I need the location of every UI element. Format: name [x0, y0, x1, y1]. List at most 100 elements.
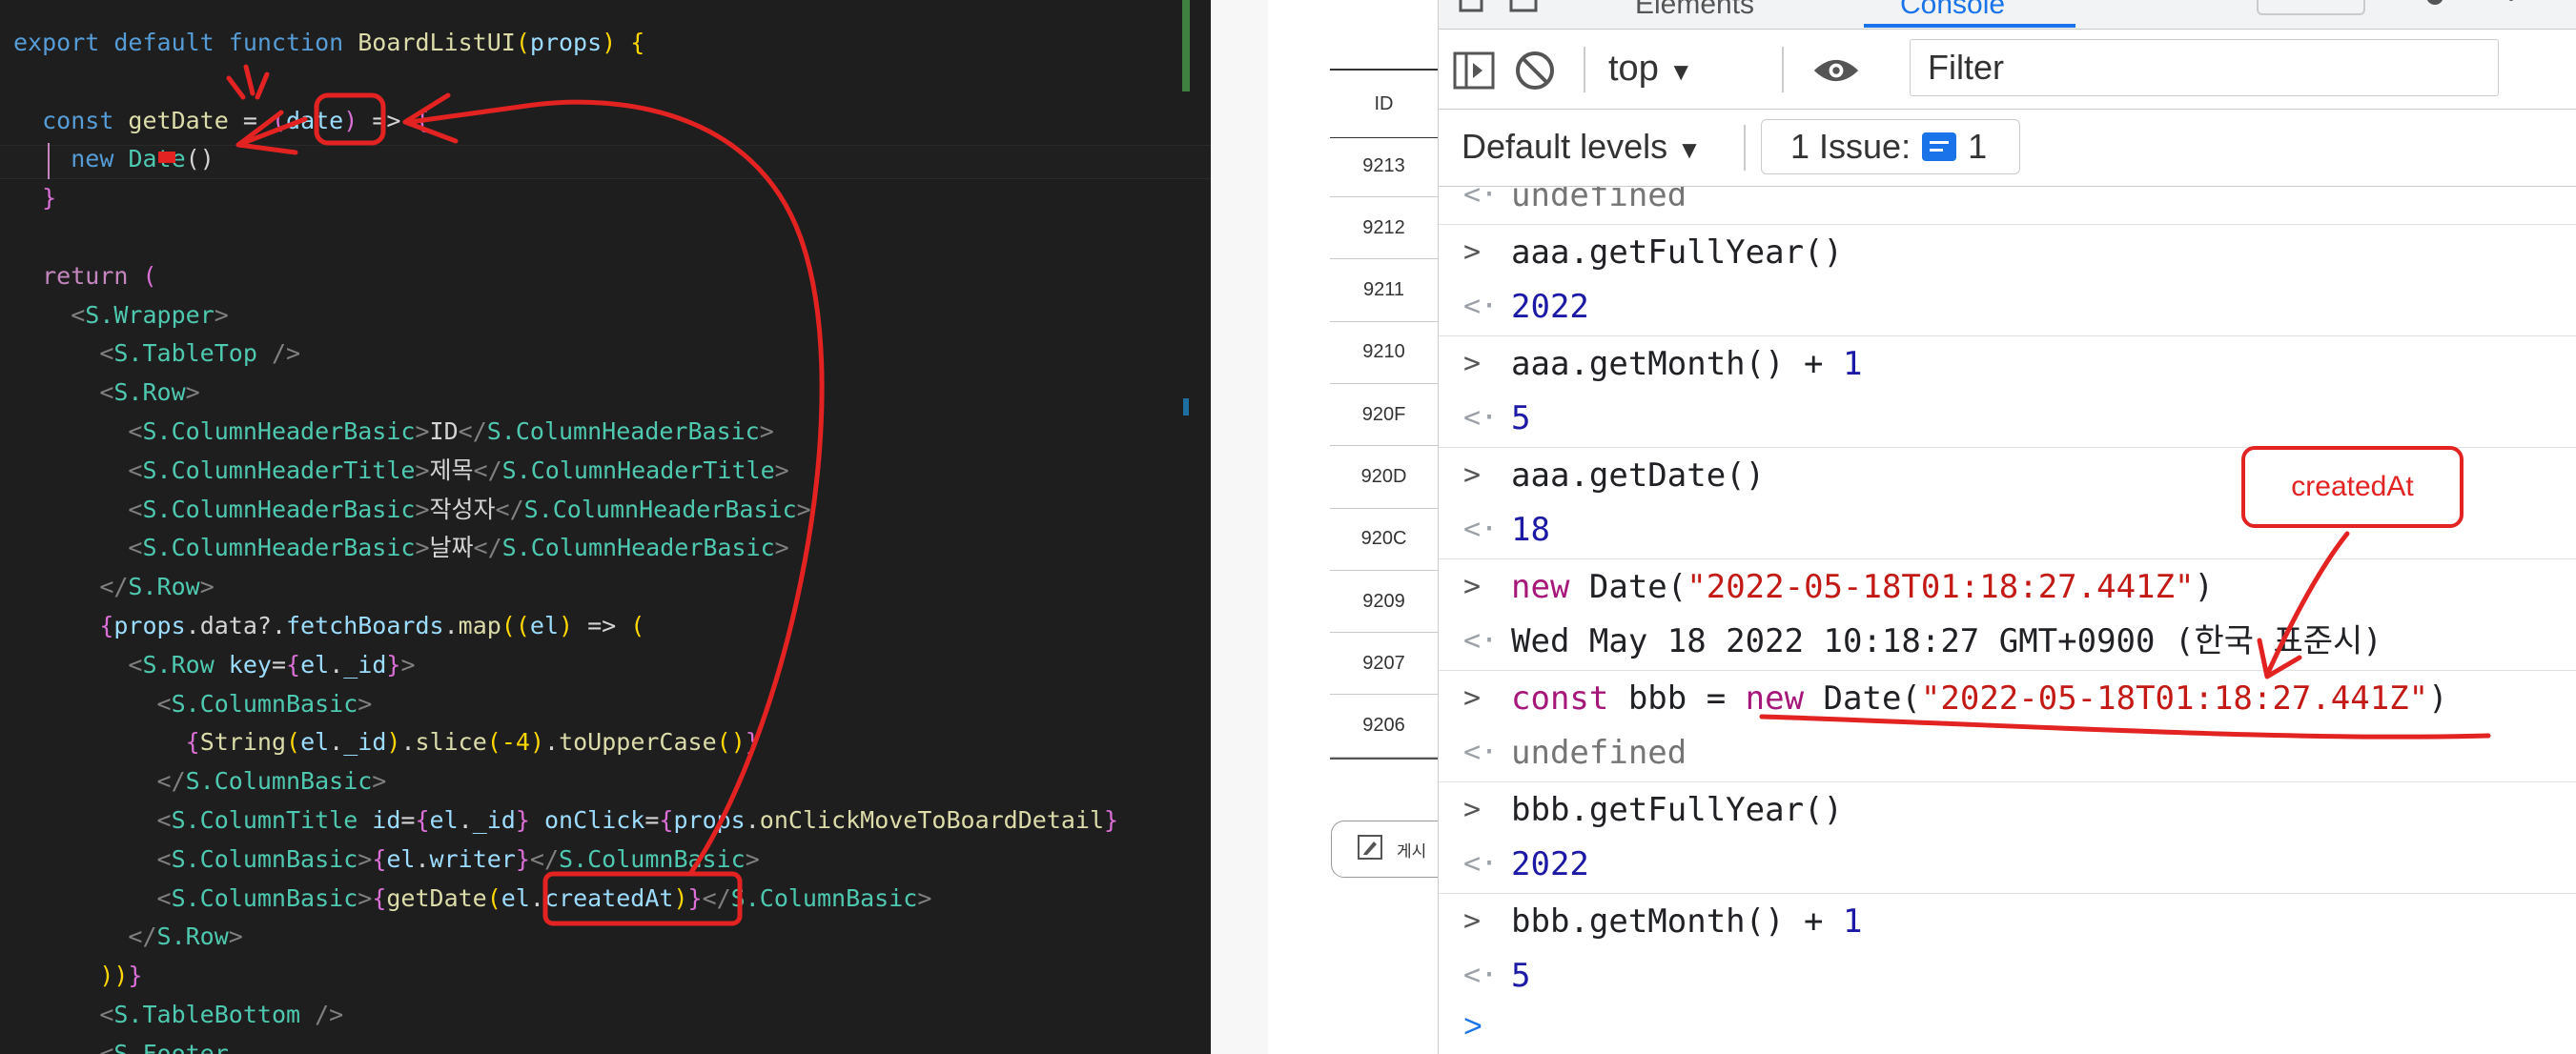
code-token: </ — [529, 844, 560, 873]
code-editor[interactable]: export default function BoardListUI(prop… — [0, 0, 1211, 1054]
tab-elements[interactable]: Elements — [1635, 0, 1754, 21]
code-token: } — [515, 806, 530, 834]
result-chevron-icon: <· — [1463, 513, 1499, 546]
eye-icon[interactable] — [1812, 47, 1860, 94]
console-output[interactable]: <· undefined > aaa.getFullYear() <· 2022 > aaa.… — [1439, 187, 2576, 1054]
toolbar-separator — [1584, 47, 1585, 92]
code-line: <S.Row> — [13, 373, 199, 412]
code-token: { — [185, 728, 200, 757]
pane-divider[interactable] — [1211, 0, 1268, 1054]
code-token: S.ColumnHeaderTitle — [501, 456, 775, 484]
table-row[interactable]: 9207 — [1330, 633, 1438, 696]
console-token: 5 — [1511, 399, 1531, 437]
code-token: onClickMoveToBoardDetail — [759, 806, 1105, 834]
log-levels-dropdown[interactable]: Default levels ▼ — [1462, 123, 1702, 173]
console-input-line: > aaa.getFullYear() — [1439, 223, 2576, 280]
issue-message-icon — [1922, 132, 1957, 161]
code-token: { — [372, 844, 387, 873]
code-token: S.Footer — [113, 1039, 229, 1054]
inspect-element-icon[interactable] — [1450, 0, 1498, 27]
table-row[interactable]: 920F — [1330, 384, 1438, 447]
more-options-icon[interactable] — [2487, 0, 2535, 27]
issues-button[interactable]: 1 Issue: 1 — [1761, 119, 2020, 174]
input-chevron-icon: > — [1463, 346, 1482, 380]
filter-input[interactable] — [1910, 39, 2499, 96]
console-result-line: <· 5 — [1439, 948, 2576, 1003]
code-line: {String(el._id).slice(-4).toUpperCase()} — [13, 722, 760, 761]
console-prompt-icon[interactable]: > — [1463, 999, 1482, 1054]
console-text: 5 — [1511, 391, 1530, 446]
console-token: new — [1511, 567, 1589, 606]
code-token: > — [214, 300, 229, 329]
write-post-label: 게시 — [1397, 841, 1427, 861]
code-token: el — [501, 883, 530, 912]
console-text: 5 — [1511, 948, 1530, 1003]
console-text: 2022 — [1511, 837, 1589, 892]
code-token: > — [358, 844, 373, 873]
code-token: { — [659, 806, 674, 834]
code-token: S.Row — [156, 922, 229, 951]
console-input-line: > aaa.getMonth() + 1 — [1439, 334, 2576, 391]
code-token: > — [774, 456, 789, 484]
code-token: S.ColumnHeaderBasic — [142, 534, 416, 562]
console-text: const bbb = new Date("2022-05-18T01:18:2… — [1511, 671, 2448, 726]
code-token: S.ColumnHeaderBasic — [501, 534, 775, 562]
code-token: ( — [515, 29, 530, 56]
code-token: S.ColumnHeaderBasic — [142, 417, 416, 445]
code-token: ( — [271, 106, 287, 134]
table-row[interactable]: 9211 — [1330, 260, 1438, 322]
panel-dropdown[interactable] — [2257, 0, 2365, 15]
table-row[interactable]: 920D — [1330, 447, 1438, 509]
console-token: undefined — [1511, 734, 1687, 772]
result-chevron-icon: <· — [1463, 736, 1499, 769]
code-token: props — [673, 806, 746, 834]
code-line: <S.Row key={el._id}> — [13, 645, 416, 684]
console-token: 2022 — [1511, 845, 1589, 883]
console-text: 18 — [1511, 502, 1550, 557]
console-result-line: <· 2022 — [1439, 279, 2576, 334]
code-token: ) — [386, 728, 401, 757]
code-token: getDate — [128, 106, 243, 134]
gear-icon[interactable] — [2411, 0, 2459, 27]
console-input-line: > bbb.getFullYear() — [1439, 780, 2576, 837]
code-token: . — [415, 844, 430, 873]
table-row[interactable]: 9209 — [1330, 571, 1438, 634]
code-token: > — [400, 650, 416, 679]
code-token: </ — [702, 883, 731, 912]
console-text: bbb.getMonth() + 1 — [1511, 894, 1862, 949]
code-token: </ — [458, 417, 487, 445]
code-token: { — [415, 106, 430, 134]
code-token: ) — [559, 612, 574, 639]
table-row[interactable]: 9210 — [1330, 322, 1438, 384]
code-line: new Date() — [13, 139, 215, 178]
code-token: > — [228, 922, 243, 951]
sidebar-toggle-icon[interactable] — [1450, 47, 1498, 94]
context-selector[interactable]: top ▼ — [1608, 45, 1693, 92]
code-token: date — [286, 106, 344, 134]
device-toolbar-icon[interactable] — [1500, 0, 1547, 27]
code-token: 날짜 — [429, 534, 474, 562]
code-token: } — [687, 883, 703, 912]
console-text: aaa.getFullYear() — [1511, 225, 1843, 280]
tab-console[interactable]: Console — [1900, 0, 2005, 21]
code-token: () — [716, 728, 746, 757]
code-token: el — [429, 806, 459, 834]
table-row[interactable]: 9206 — [1330, 696, 1438, 758]
code-token: < — [128, 456, 143, 484]
table-row[interactable]: 920C — [1330, 509, 1438, 571]
clear-console-icon[interactable] — [1511, 47, 1559, 94]
code-token: el — [300, 650, 330, 679]
code-token: el — [386, 844, 416, 873]
code-token: > — [759, 417, 774, 445]
table-row[interactable]: 9213 — [1330, 135, 1438, 197]
table-row[interactable]: 9212 — [1330, 197, 1438, 260]
git-change-marker — [1183, 398, 1189, 416]
console-token: "2022-05-18T01:18:27.441Z" — [1687, 567, 2195, 606]
code-token: ID — [429, 417, 459, 445]
